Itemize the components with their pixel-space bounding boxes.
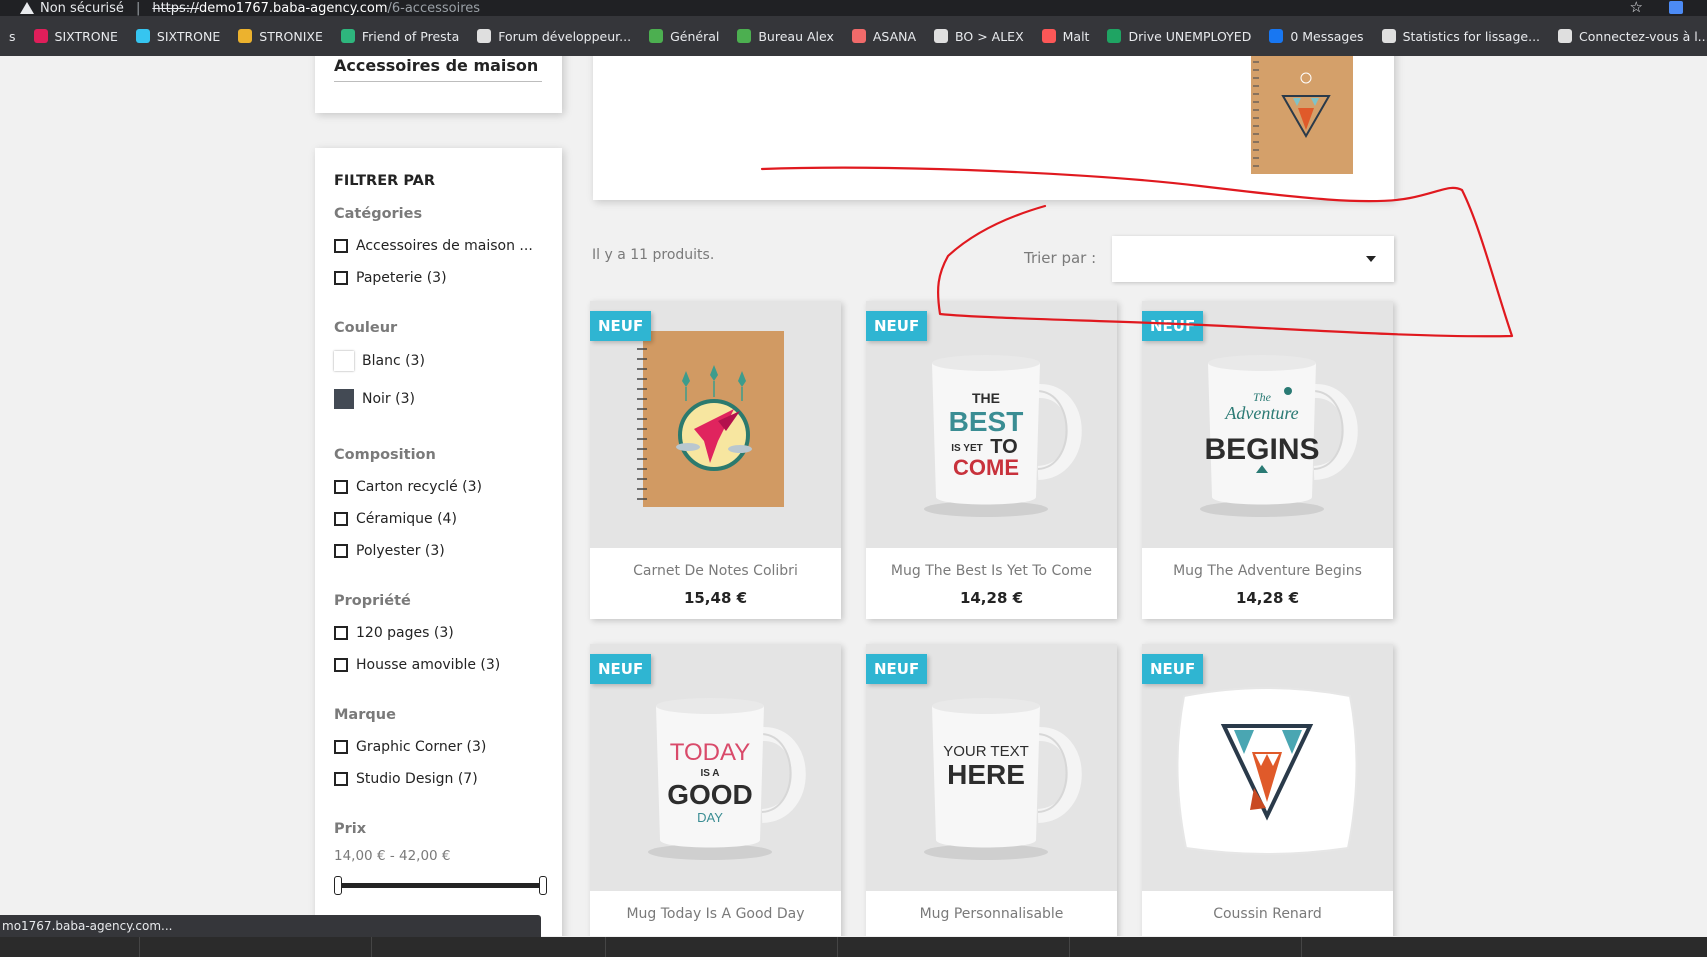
taskbar-item[interactable]	[140, 937, 372, 957]
bookmark-item[interactable]: 0 Messages	[1260, 29, 1372, 44]
bookmark-item[interactable]: ASANA	[843, 29, 925, 44]
bookmark-star-icon[interactable]: ☆	[1630, 0, 1643, 16]
security-label: Non sécurisé	[40, 0, 124, 16]
bookmark-item[interactable]: SIXTRONE	[25, 29, 127, 44]
bookmarks-bar: s SIXTRONE SIXTRONE STRONIXE Friend of Prest…	[0, 16, 1707, 56]
extension-icon[interactable]	[1669, 1, 1683, 14]
slack-icon	[340, 29, 355, 43]
bookmark-label: Général	[670, 28, 720, 44]
bookmark-label: STRONIXE	[259, 28, 323, 44]
taskbar-item[interactable]	[372, 937, 606, 957]
bookmark-label: 0 Messages	[1290, 28, 1364, 44]
bookmark-item[interactable]: Statistics for lissage...	[1373, 29, 1549, 44]
url-protocol: https://	[152, 0, 199, 16]
drive-icon	[1107, 29, 1122, 43]
shop-page: Accessoires de maison FILTRER PAR Catégo…	[0, 56, 1707, 936]
malt-icon	[1041, 29, 1056, 43]
chat-icon	[737, 29, 752, 43]
bookmark-label: Friend of Presta	[361, 28, 460, 44]
asana-icon	[851, 29, 866, 43]
bookmark-label: Drive UNEMPLOYED	[1128, 28, 1252, 44]
slack-icon	[135, 29, 150, 43]
bookmark-item[interactable]: Connectez-vous à l...	[1549, 29, 1707, 44]
bookmark-label: s	[9, 28, 16, 44]
prestashop-icon	[477, 29, 492, 43]
url-host: demo1767.baba-agency.com	[198, 0, 388, 16]
taskbar-item[interactable]	[838, 937, 1070, 957]
bookmark-label: Forum développeur...	[498, 28, 632, 44]
taskbar-item[interactable]	[1070, 937, 1302, 957]
address-bar[interactable]: Non sécurisé | https://demo1767.baba-age…	[0, 0, 1707, 16]
chat-icon	[649, 29, 664, 43]
bookmark-label: Statistics for lissage...	[1402, 28, 1541, 44]
bookmark-item[interactable]: SIXTRONE	[127, 29, 229, 44]
url-path: /6-accessoires	[387, 0, 481, 16]
facebook-icon	[1269, 29, 1284, 43]
bookmark-label: SIXTRONE	[54, 28, 118, 44]
bookmark-item[interactable]: Friend of Presta	[332, 29, 468, 44]
bookmark-item[interactable]: Drive UNEMPLOYED	[1098, 29, 1260, 44]
bookmark-item[interactable]: Bureau Alex	[728, 29, 843, 44]
taskbar	[0, 937, 1707, 957]
bookmark-label: BO > ALEX	[955, 28, 1024, 44]
slack-icon	[33, 29, 48, 43]
warning-icon	[20, 2, 34, 14]
bookmark-item[interactable]: STRONIXE	[229, 29, 332, 44]
globe-icon	[1558, 29, 1573, 43]
prestashop-icon	[934, 29, 949, 43]
bookmark-label: Bureau Alex	[758, 28, 834, 44]
bookmark-label: Connectez-vous à l...	[1579, 28, 1707, 44]
url-text[interactable]: https://demo1767.baba-agency.com/6-acces…	[152, 1, 480, 16]
status-url-tooltip: mo1767.baba-agency.com...	[0, 915, 541, 937]
bookmark-item[interactable]: Général	[640, 29, 728, 44]
bookmark-label: Malt	[1062, 28, 1090, 44]
taskbar-item[interactable]	[0, 937, 140, 957]
address-separator: |	[135, 0, 141, 16]
bookmark-item[interactable]: Malt	[1033, 29, 1099, 44]
annotation-stroke	[760, 166, 1514, 338]
globe-icon	[1381, 29, 1396, 43]
red-annotation-scribble	[760, 166, 1514, 338]
bookmark-label: ASANA	[872, 28, 917, 44]
taskbar-item[interactable]	[606, 937, 838, 957]
security-indicator[interactable]: Non sécurisé	[20, 1, 124, 16]
bookmark-label: SIXTRONE	[156, 28, 221, 44]
slack-icon	[238, 29, 253, 43]
bookmark-item[interactable]: s	[0, 29, 25, 44]
bookmark-item[interactable]: Forum développeur...	[468, 29, 640, 44]
bookmark-item[interactable]: BO > ALEX	[925, 29, 1033, 44]
